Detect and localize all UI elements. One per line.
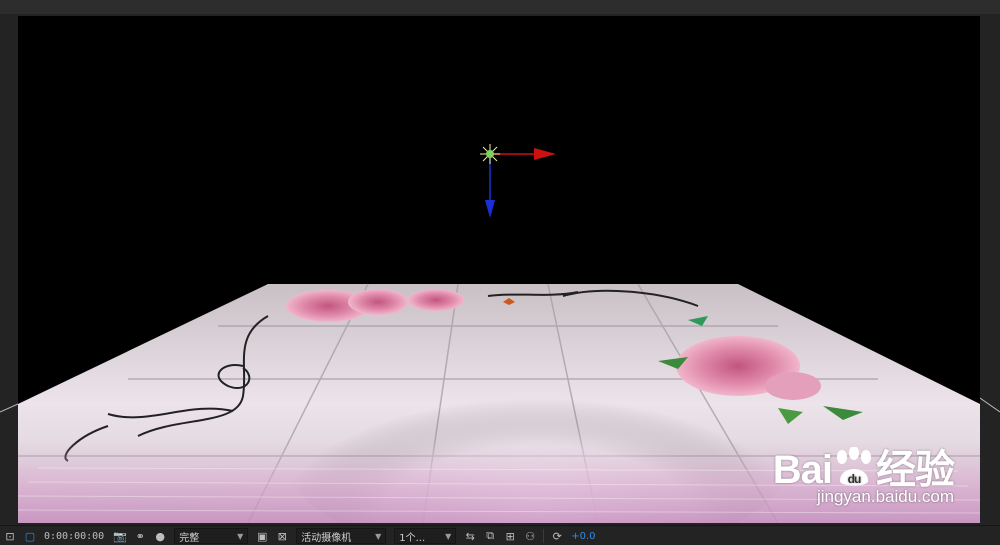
camera-view-value: 活动摄像机: [301, 532, 352, 544]
toggle-pixel-aspect-icon[interactable]: ⇆: [463, 529, 477, 543]
y-axis-arrow: [485, 200, 495, 218]
timecode-display[interactable]: 0:00:00:00: [44, 531, 104, 542]
baidu-url: jingyan.baidu.com: [816, 487, 954, 506]
x-axis-arrow: [534, 148, 556, 160]
fast-previews-icon[interactable]: ▣: [255, 529, 269, 543]
exposure-value[interactable]: +0.0: [571, 531, 595, 542]
timeline-icon[interactable]: ⊞: [503, 529, 517, 543]
flowchart-icon[interactable]: ⚇: [523, 529, 537, 543]
baidu-watermark: Bai du 经验 jingyan.baidu.com: [764, 423, 955, 523]
toolbar-divider: [543, 529, 545, 543]
right-edge-line: [980, 397, 1000, 413]
resolution-value: 完整: [179, 532, 200, 544]
panel-tab-bar: [0, 0, 1000, 15]
chevron-down-icon: ▼: [445, 531, 452, 541]
resolution-dropdown[interactable]: 完整 ▼: [174, 528, 249, 544]
view-layout-value: 1个...: [399, 532, 426, 544]
color-channel-icon[interactable]: ●: [153, 529, 167, 543]
after-effects-composition-panel: Bai du 经验 jingyan.baidu.com ⊡ ▢ 0:00:00:…: [0, 0, 1000, 545]
composition-viewport-frame: Bai du 经验 jingyan.baidu.com: [0, 14, 1000, 525]
viewer-toolbar: ⊡ ▢ 0:00:00:00 📷 ⚭ ● 完整 ▼ ▣ ⊠ 活动摄像机 ▼ 1个…: [0, 525, 1000, 545]
light-center-icon: [486, 150, 494, 158]
left-edge-line: [0, 403, 18, 413]
region-of-interest-icon[interactable]: ▢: [23, 529, 37, 543]
chevron-down-icon: ▼: [375, 531, 382, 541]
fast-preview-render-icon[interactable]: ⧉: [483, 529, 497, 543]
transparency-grid-icon[interactable]: ⊠: [275, 529, 289, 543]
chevron-down-icon: ▼: [237, 531, 244, 541]
paw-icon: du: [832, 446, 876, 487]
reset-exposure-icon[interactable]: ⟳: [550, 529, 564, 543]
always-preview-icon[interactable]: ⊡: [3, 529, 17, 543]
light-gizmo: [480, 144, 556, 218]
svg-text:du: du: [848, 472, 861, 486]
show-snapshot-icon[interactable]: ⚭: [133, 529, 147, 543]
camera-view-dropdown[interactable]: 活动摄像机 ▼: [296, 528, 387, 544]
view-layout-dropdown[interactable]: 1个... ▼: [394, 528, 457, 544]
camera-snapshot-icon[interactable]: 📷: [113, 529, 127, 543]
